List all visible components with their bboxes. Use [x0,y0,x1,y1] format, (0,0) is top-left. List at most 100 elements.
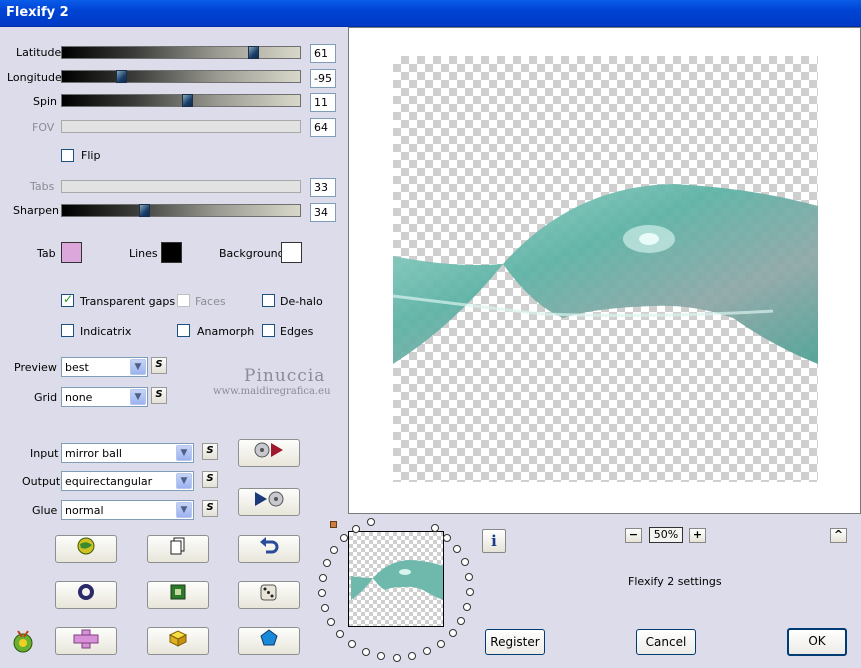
spin-slider[interactable] [61,94,301,107]
collapse-caret-button[interactable]: ^ [830,528,847,543]
pentagon-icon [260,629,278,646]
square-button[interactable] [147,581,209,609]
navigator-dot[interactable] [352,525,360,533]
navigator-dot[interactable] [457,617,465,625]
navigator-dot[interactable] [327,618,335,626]
output-select[interactable]: equirectangular ▼ [61,471,194,491]
title-bar: Flexify 2 [0,0,861,27]
cross-grid-icon [73,629,99,649]
navigator-dot[interactable] [423,647,431,655]
tab-color-swatch[interactable] [61,242,82,263]
chevron-down-icon[interactable]: ▼ [130,389,146,405]
globe-icon [77,537,95,555]
input-s-button[interactable]: S [202,443,218,460]
dice-button[interactable] [238,581,300,609]
glue-s-button[interactable]: S [202,500,218,517]
navigator-dot[interactable] [323,559,331,567]
output-preset-button[interactable] [238,488,300,516]
longitude-slider[interactable] [61,70,301,83]
navigator-dot[interactable] [321,604,329,612]
grid-s-button[interactable]: S [151,387,167,404]
preview-canvas[interactable] [392,56,818,482]
circle-button[interactable] [55,581,117,609]
navigator-dot[interactable] [449,629,457,637]
chevron-down-icon[interactable]: ▼ [176,445,192,461]
navigator-dot[interactable] [340,534,348,542]
nav-handle[interactable] [330,521,337,528]
navigator-dot[interactable] [319,574,327,582]
cube-button[interactable] [147,627,209,655]
longitude-value[interactable]: -95 [310,69,336,88]
navigator-dot[interactable] [348,640,356,648]
preview-select[interactable]: best ▼ [61,357,148,377]
ok-button[interactable]: OK [787,628,847,656]
navigator-dot[interactable] [453,545,461,553]
navigator-thumbnail[interactable] [348,531,444,627]
zoom-out-button[interactable]: − [625,528,642,543]
cube-icon [168,630,188,647]
chevron-down-icon[interactable]: ▼ [176,473,192,489]
register-button[interactable]: Register [485,629,545,655]
copy-icon [170,537,185,555]
latitude-value[interactable]: 61 [310,44,336,63]
checkmark-icon: ✓ [63,292,74,306]
navigator-dot[interactable] [408,652,416,660]
longitude-slider-thumb[interactable] [116,70,127,83]
indicatrix-checkbox[interactable] [61,324,74,337]
navigator-dot[interactable] [431,524,439,532]
fov-slider [61,120,301,133]
tabs-value[interactable]: 33 [310,178,336,197]
edges-checkbox[interactable] [262,324,275,337]
chevron-down-icon[interactable]: ▼ [176,502,192,518]
zoom-level: 50% [649,527,683,543]
glue-select[interactable]: normal ▼ [61,500,194,520]
tabs-label: Tabs [30,180,55,193]
sharpen-slider[interactable] [61,204,301,217]
navigator-dot[interactable] [362,648,370,656]
output-label: Output [22,475,61,488]
navigator-dot[interactable] [393,654,401,662]
info-button[interactable]: i [482,529,506,553]
glue-select-value: normal [65,504,104,517]
navigator-dot[interactable] [330,546,338,554]
spin-value[interactable]: 11 [310,93,336,112]
chevron-down-icon[interactable]: ▼ [130,359,146,375]
background-color-swatch[interactable] [281,242,302,263]
navigator-dot[interactable] [466,588,474,596]
spin-slider-thumb[interactable] [182,94,193,107]
faces-label: Faces [195,295,226,308]
latitude-slider[interactable] [61,46,301,59]
lines-color-swatch[interactable] [161,242,182,263]
navigator-dot[interactable] [367,518,375,526]
navigator-dot[interactable] [377,652,385,660]
cancel-button[interactable]: Cancel [636,629,696,655]
navigator-dot[interactable] [318,589,326,597]
sharpen-value[interactable]: 34 [310,203,336,222]
latitude-slider-thumb[interactable] [248,46,259,59]
sharpen-slider-thumb[interactable] [139,204,150,217]
undo-button[interactable] [238,535,300,563]
grid-select[interactable]: none ▼ [61,387,148,407]
cross-button[interactable] [55,627,117,655]
edges-label: Edges [280,325,314,338]
navigator-dot[interactable] [437,640,445,648]
transparent-gaps-checkbox[interactable]: ✓ [61,292,74,307]
copy-button[interactable] [147,535,209,563]
navigator-dot[interactable] [463,603,471,611]
fov-value[interactable]: 64 [310,118,336,137]
window-title: Flexify 2 [6,5,69,20]
randomize-button[interactable] [55,535,117,563]
de-halo-checkbox[interactable] [262,294,275,307]
navigator-dot[interactable] [336,630,344,638]
navigator-dot[interactable] [461,558,469,566]
anamorph-checkbox[interactable] [177,324,190,337]
input-select[interactable]: mirror ball ▼ [61,443,194,463]
flip-checkbox[interactable] [61,149,74,162]
navigator-dot[interactable] [465,573,473,581]
input-preset-button[interactable] [238,439,300,467]
pentagon-button[interactable] [238,627,300,655]
zoom-in-button[interactable]: + [689,528,706,543]
preview-s-button[interactable]: S [151,357,167,374]
navigator-dot[interactable] [443,534,451,542]
output-s-button[interactable]: S [202,471,218,488]
